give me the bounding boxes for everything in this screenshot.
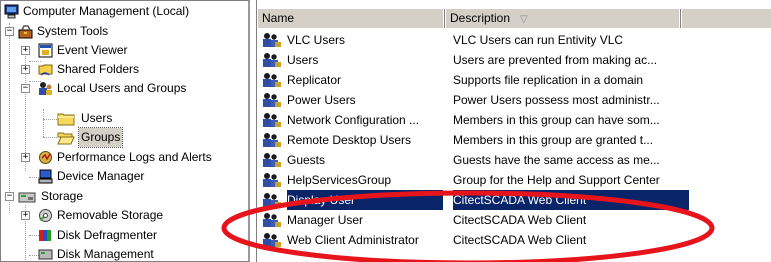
group-icon: [261, 172, 283, 188]
console-tree[interactable]: Computer Management (Local) − System Too…: [0, 0, 250, 262]
group-description: Supports file replication in a domain: [453, 73, 644, 87]
column-header-label: Description: [450, 11, 511, 25]
performance-icon: [38, 150, 53, 165]
group-icon: [261, 212, 283, 228]
group-name: Power Users: [287, 93, 356, 107]
group-name: Users: [287, 53, 319, 67]
group-icon: [261, 72, 283, 88]
table-row[interactable]: Power Users Power Users possess most admi…: [261, 90, 691, 110]
tree-item-event-viewer[interactable]: + Event Viewer: [1, 41, 248, 60]
group-name: Guests: [287, 153, 326, 167]
table-row[interactable]: Web Client Administrator CitectSCADA Web …: [261, 230, 691, 250]
toolbox-icon: [18, 24, 33, 39]
group-name: VLC Users: [287, 33, 346, 47]
computer-icon: [4, 4, 19, 19]
table-row[interactable]: Display User CitectSCADA Web Client: [261, 189, 691, 211]
tree-item-label: Groups: [77, 127, 124, 148]
group-icon: [261, 152, 283, 168]
tree-item-label: System Tools: [37, 24, 109, 38]
column-header-name[interactable]: Name: [257, 9, 445, 28]
tree-item-label: Computer Management (Local): [23, 4, 190, 18]
column-header-label: Name: [262, 11, 295, 25]
tree-item-disk-management[interactable]: Disk Management: [1, 245, 248, 261]
group-name: Replicator: [287, 73, 342, 87]
details-list[interactable]: Name Description ▽ VLC Users VLC Users can…: [256, 0, 771, 262]
group-description: Members in this group are granted t...: [453, 133, 654, 147]
tree-item-label: Users: [81, 111, 113, 125]
group-description: Power Users possess most administr...: [453, 93, 660, 107]
tree-item-groups[interactable]: Groups: [1, 127, 248, 148]
group-name: HelpServicesGroup: [287, 173, 392, 187]
tree-item-users[interactable]: Users: [1, 109, 248, 128]
tree-item-label: Shared Folders: [57, 62, 140, 76]
device-manager-icon: [38, 169, 53, 184]
group-description: VLC Users can run Entivity VLC: [453, 33, 624, 47]
collapse-toggle[interactable]: −: [21, 84, 30, 93]
collapse-toggle[interactable]: −: [5, 27, 14, 36]
column-header-description[interactable]: Description ▽: [445, 9, 681, 28]
tree-item-computer-management[interactable]: Computer Management (Local): [1, 2, 248, 21]
tree-item-local-users-and-groups[interactable]: − Local Users and Groups: [1, 79, 248, 98]
sort-descending-icon: ▽: [520, 14, 528, 25]
table-row[interactable]: Guests Guests have the same access as me.…: [261, 150, 691, 170]
table-row[interactable]: Manager User CitectSCADA Web Client: [261, 210, 691, 230]
defrag-icon: [38, 228, 53, 243]
tree-item-label: Storage: [41, 189, 84, 203]
tree-item-removable-storage[interactable]: + Removable Storage: [1, 206, 248, 225]
table-row[interactable]: Users Users are prevented from making ac.…: [261, 50, 691, 70]
table-row[interactable]: HelpServicesGroup Group for the Help and …: [261, 170, 691, 190]
group-description: Users are prevented from making ac...: [453, 53, 658, 67]
shared-folder-icon: [38, 62, 53, 77]
group-description: CitectSCADA Web Client: [453, 190, 689, 210]
group-icon: [261, 32, 283, 48]
tree-item-label: Disk Management: [57, 247, 154, 261]
collapse-toggle[interactable]: −: [5, 192, 14, 201]
group-description: CitectSCADA Web Client: [453, 233, 587, 247]
table-row[interactable]: Remote Desktop Users Members in this grou…: [261, 130, 691, 150]
tree-item-storage[interactable]: − Storage: [1, 187, 248, 206]
tree-item-label: Local Users and Groups: [57, 81, 187, 95]
tree-item-label: Event Viewer: [57, 43, 128, 57]
folder-open-icon: [57, 130, 75, 145]
event-viewer-icon: [38, 43, 53, 58]
group-name: Remote Desktop Users: [287, 133, 412, 147]
folder-icon: [57, 111, 75, 126]
tree-item-device-manager[interactable]: Device Manager: [1, 167, 248, 186]
table-row[interactable]: Replicator Supports file replication in a…: [261, 70, 691, 90]
table-row[interactable]: VLC Users VLC Users can run Entivity VLC: [261, 30, 691, 50]
tree-item-performance-logs[interactable]: + Performance Logs and Alerts: [1, 148, 248, 167]
expand-toggle[interactable]: +: [21, 211, 30, 220]
column-header-empty: [681, 9, 771, 28]
group-description: CitectSCADA Web Client: [453, 213, 587, 227]
group-name: Web Client Administrator: [287, 233, 419, 247]
disk-management-icon: [38, 247, 53, 261]
group-icon: [261, 112, 283, 128]
tree-item-shared-folders[interactable]: + Shared Folders: [1, 60, 248, 79]
group-icon: [261, 92, 283, 108]
table-row[interactable]: Network Configuration ... Members in this…: [261, 110, 691, 130]
users-groups-icon: [38, 81, 53, 96]
group-name: Manager User: [287, 213, 364, 227]
group-name: Display User: [286, 189, 444, 211]
group-description: Group for the Help and Support Center: [453, 173, 660, 187]
group-icon: [261, 232, 283, 248]
expand-toggle[interactable]: +: [21, 46, 30, 55]
group-icon: [261, 192, 283, 208]
tree-item-label: Removable Storage: [57, 208, 164, 222]
expand-toggle[interactable]: +: [21, 153, 30, 162]
tree-item-label: Device Manager: [57, 169, 145, 183]
group-description: Guests have the same access as me...: [453, 153, 660, 167]
storage-icon: [18, 189, 36, 204]
group-name: Network Configuration ...: [287, 113, 420, 127]
group-icon: [261, 52, 283, 68]
tree-item-disk-defragmenter[interactable]: Disk Defragmenter: [1, 226, 248, 245]
tree-item-label: Disk Defragmenter: [57, 228, 158, 242]
expand-toggle[interactable]: +: [21, 65, 30, 74]
group-description: Members in this group can have som...: [453, 113, 660, 127]
tree-item-label: Performance Logs and Alerts: [57, 150, 212, 164]
list-header: Name Description ▽: [257, 8, 771, 28]
tree-item-system-tools[interactable]: − System Tools: [1, 22, 248, 41]
group-icon: [261, 132, 283, 148]
removable-storage-icon: [38, 208, 53, 223]
